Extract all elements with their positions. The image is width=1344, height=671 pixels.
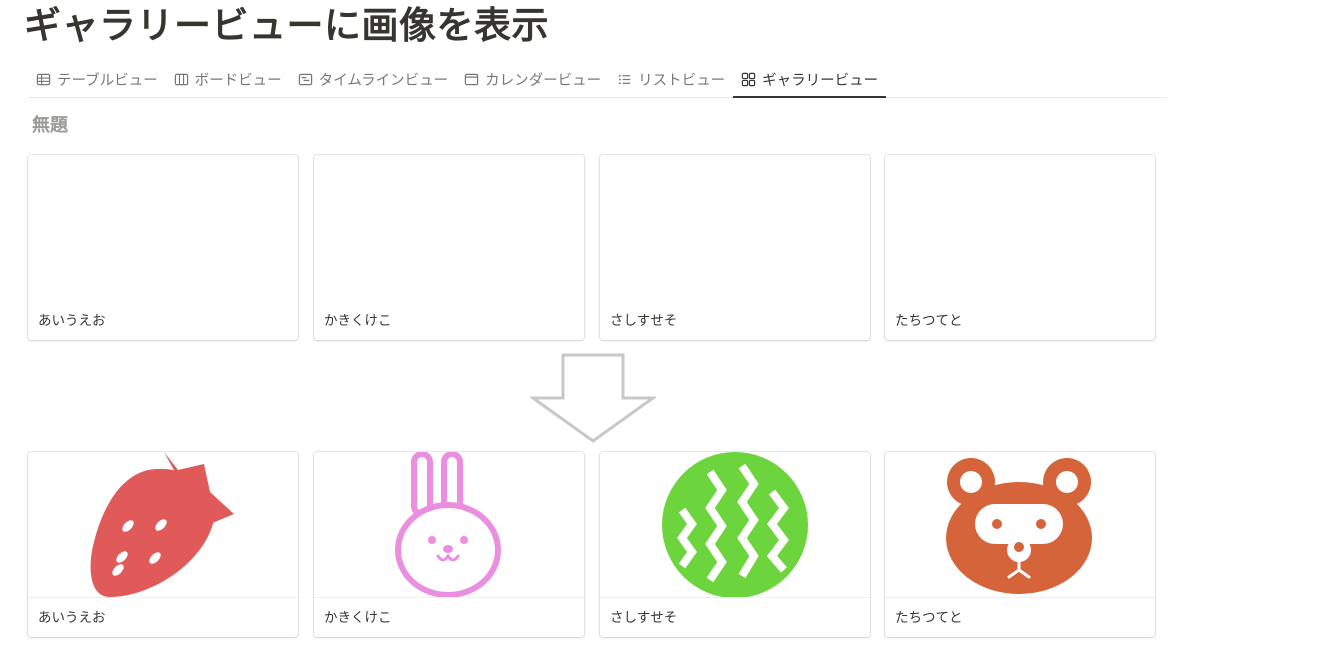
tab-calendar-view[interactable]: カレンダービュー <box>456 62 609 96</box>
card-title: たちつてと <box>895 610 963 626</box>
card-cover-empty <box>314 155 584 300</box>
tab-label: ギャラリービュー <box>762 72 879 89</box>
card-title: あいうえお <box>38 610 106 626</box>
card-title: たちつてと <box>895 313 963 329</box>
card-cover <box>885 452 1155 598</box>
list-icon <box>617 72 632 87</box>
gallery-card[interactable]: さしすせそ <box>600 452 870 637</box>
board-icon <box>174 72 189 87</box>
raccoon-dog-icon <box>946 458 1092 594</box>
tab-label: リストビュー <box>638 72 726 89</box>
watermelon-icon <box>662 452 808 597</box>
card-title: あいうえお <box>38 313 106 329</box>
gallery-card[interactable]: さしすせそ <box>600 155 870 340</box>
page-title: ギャラリービューに画像を表示 <box>24 4 549 47</box>
card-cover-empty <box>600 155 870 300</box>
card-title: さしすせそ <box>610 610 678 626</box>
gallery-icon <box>741 72 756 87</box>
view-tabs: テーブルビュー ボードビュー タイムラインビュー カレンダービュー リストビュー… <box>28 62 1167 98</box>
card-cover <box>314 452 584 598</box>
strawberry-icon <box>90 452 234 597</box>
gallery-card[interactable]: かきくけこ <box>314 155 584 340</box>
card-cover <box>28 452 298 598</box>
down-arrow-icon <box>530 353 656 443</box>
tab-label: カレンダービュー <box>485 72 602 89</box>
card-title: かきくけこ <box>324 313 392 329</box>
tab-board-view[interactable]: ボードビュー <box>166 62 290 96</box>
rabbit-icon <box>395 452 501 597</box>
card-cover-empty <box>885 155 1155 300</box>
tab-gallery-view[interactable]: ギャラリービュー <box>733 62 887 98</box>
gallery-card[interactable]: あいうえお <box>28 155 298 340</box>
tab-table-view[interactable]: テーブルビュー <box>28 62 166 96</box>
calendar-icon <box>464 72 479 87</box>
tab-timeline-view[interactable]: タイムラインビュー <box>290 62 456 96</box>
tab-label: タイムラインビュー <box>318 72 449 89</box>
timeline-icon <box>298 72 313 87</box>
card-cover-empty <box>28 155 298 300</box>
tab-label: ボードビュー <box>194 72 282 89</box>
tab-label: テーブルビュー <box>57 72 158 89</box>
gallery-card[interactable]: たちつてと <box>885 452 1155 637</box>
tab-list-view[interactable]: リストビュー <box>609 62 733 96</box>
gallery-card[interactable]: あいうえお <box>28 452 298 637</box>
group-title: 無題 <box>32 115 68 136</box>
card-title: かきくけこ <box>324 610 392 626</box>
card-title: さしすせそ <box>610 313 678 329</box>
gallery-card[interactable]: かきくけこ <box>314 452 584 637</box>
gallery-card[interactable]: たちつてと <box>885 155 1155 340</box>
table-icon <box>36 72 51 87</box>
card-cover <box>600 452 870 598</box>
